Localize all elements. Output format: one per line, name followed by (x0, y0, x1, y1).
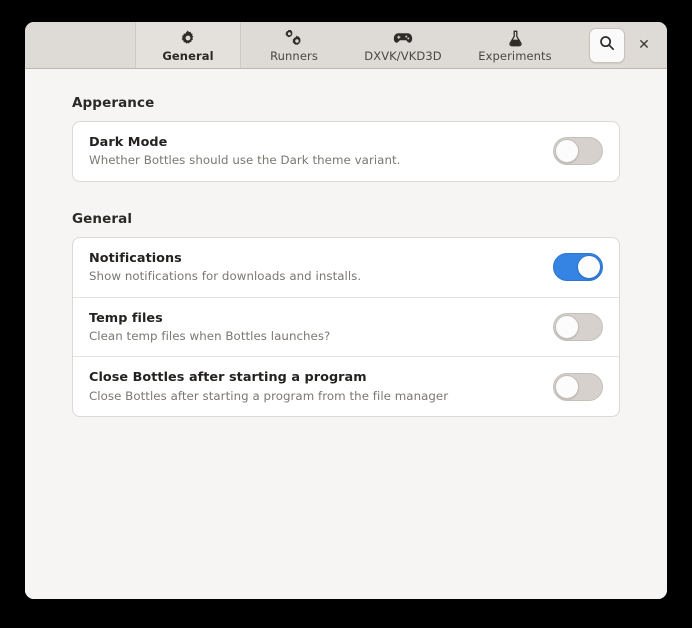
row-temp-files-text: Temp files Clean temp files when Bottles… (89, 310, 553, 345)
row-temp-files[interactable]: Temp files Clean temp files when Bottles… (73, 296, 619, 357)
notifications-toggle[interactable] (553, 253, 603, 282)
apperance-card: Dark Mode Whether Bottles should use the… (72, 121, 620, 182)
row-dark-mode-subtitle: Whether Bottles should use the Dark them… (89, 153, 401, 168)
row-temp-files-subtitle: Clean temp files when Bottles launches? (89, 328, 331, 343)
row-notifications-text: Notifications Show notifications for dow… (89, 250, 553, 285)
dark-mode-toggle[interactable] (553, 137, 603, 166)
row-temp-files-title: Temp files (89, 310, 163, 326)
flask-icon (508, 30, 523, 47)
row-close-bottles-text: Close Bottles after starting a program C… (89, 369, 553, 404)
tab-experiments-label: Experiments (478, 48, 552, 63)
header-actions: ✕ (589, 22, 667, 68)
tab-dxvk-vkd3d[interactable]: DXVK/VKD3D (347, 22, 459, 68)
gear-icon (180, 30, 196, 47)
preferences-content: Apperance Dark Mode Whether Bottles shou… (25, 69, 667, 599)
header-left-spacer (25, 22, 135, 68)
header-bar: General Runners DXVK/VKD3D Experiments ✕ (25, 22, 667, 69)
temp-files-toggle-knob (555, 314, 579, 339)
search-button[interactable] (589, 27, 625, 63)
search-icon (599, 35, 615, 55)
row-notifications[interactable]: Notifications Show notifications for dow… (73, 238, 619, 297)
tab-bar: General Runners DXVK/VKD3D Experiments (135, 22, 571, 68)
tab-runners[interactable]: Runners (241, 22, 347, 68)
close-bottles-toggle[interactable] (553, 372, 603, 401)
notifications-toggle-knob (577, 255, 601, 280)
row-close-bottles[interactable]: Close Bottles after starting a program C… (73, 356, 619, 416)
row-notifications-subtitle: Show notifications for downloads and ins… (89, 269, 362, 284)
close-bottles-toggle-knob (555, 374, 579, 399)
row-close-bottles-title: Close Bottles after starting a program (89, 370, 367, 386)
row-dark-mode[interactable]: Dark Mode Whether Bottles should use the… (73, 122, 619, 181)
row-notifications-title: Notifications (89, 250, 182, 266)
tab-runners-label: Runners (270, 48, 318, 63)
section-title-general: General (72, 210, 133, 227)
close-button[interactable]: ✕ (631, 30, 657, 60)
section-title-apperance: Apperance (72, 95, 155, 111)
tab-experiments[interactable]: Experiments (459, 22, 571, 68)
gamepad-icon (393, 30, 413, 47)
tab-general-label: General (162, 48, 214, 63)
row-dark-mode-text: Dark Mode Whether Bottles should use the… (89, 134, 553, 169)
preferences-window: General Runners DXVK/VKD3D Experiments ✕… (25, 22, 667, 599)
row-dark-mode-title: Dark Mode (89, 135, 168, 150)
row-close-bottles-subtitle: Close Bottles after starting a program f… (89, 388, 449, 403)
tab-dxvk-vkd3d-label: DXVK/VKD3D (364, 48, 442, 63)
tab-general[interactable]: General (135, 22, 241, 68)
close-icon: ✕ (638, 37, 650, 53)
dark-mode-toggle-knob (555, 139, 579, 164)
temp-files-toggle[interactable] (553, 312, 603, 341)
gears-icon (285, 30, 303, 47)
general-card: Notifications Show notifications for dow… (72, 236, 620, 418)
